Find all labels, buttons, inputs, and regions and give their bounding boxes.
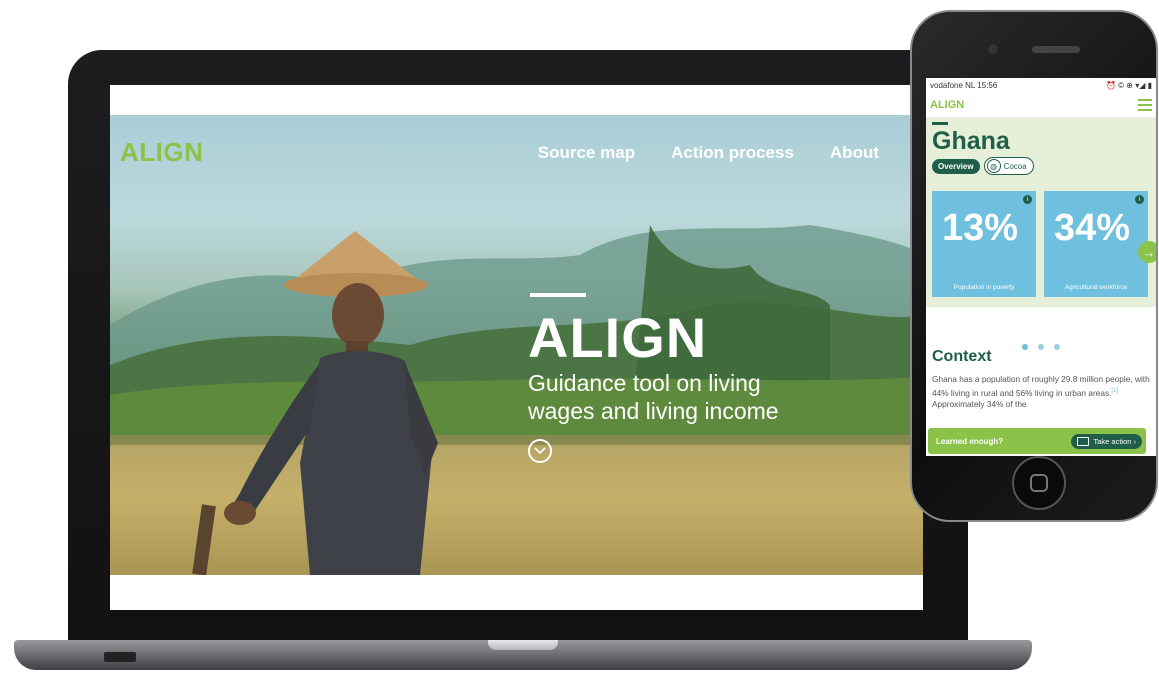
tab-cocoa[interactable]: ◍ Cocoa	[983, 157, 1034, 175]
status-carrier-time: vodafone NL 15:56	[930, 80, 998, 90]
tab-overview[interactable]: Overview	[932, 158, 980, 174]
laptop-notch	[488, 640, 558, 650]
hero-section: ALIGN Source map Action process About AL…	[110, 115, 923, 575]
cta-bar: Learned enough? Take action ›	[928, 428, 1146, 454]
book-icon	[1077, 436, 1090, 446]
stats-carousel: i 13% Population in poverty i 34% Agricu…	[926, 183, 1156, 307]
stat-card[interactable]: i 13% Population in poverty	[932, 191, 1036, 297]
camera-icon	[988, 44, 998, 54]
chevron-down-circle-icon[interactable]	[528, 439, 552, 463]
tab-cocoa-label: Cocoa	[1003, 161, 1027, 171]
stat-label: Population in poverty	[953, 284, 1015, 291]
speaker-grille	[1032, 46, 1080, 53]
stat-value: 34%	[1054, 207, 1131, 249]
carousel-dot[interactable]	[1022, 344, 1028, 350]
country-accent-bar	[932, 122, 948, 125]
carousel-dot[interactable]	[1038, 344, 1044, 350]
hamburger-icon[interactable]	[1138, 98, 1152, 111]
cocoa-pod-icon: ◍	[986, 159, 1001, 173]
laptop-port	[104, 652, 136, 662]
hero-accent-bar	[530, 293, 586, 297]
cta-text: Learned enough?	[936, 436, 1004, 446]
context-text: Ghana has a population of roughly 29.8 m…	[932, 374, 1150, 410]
take-action-button[interactable]: Take action ›	[1071, 433, 1142, 449]
home-button[interactable]	[1012, 456, 1066, 510]
carousel-dot[interactable]	[1054, 344, 1060, 350]
info-icon[interactable]: i	[1023, 195, 1032, 204]
country-title: Ghana	[932, 127, 1010, 155]
info-icon[interactable]: i	[1135, 195, 1144, 204]
reference-link[interactable]: [1]	[1111, 388, 1118, 394]
site-logo[interactable]: ALIGN	[120, 137, 203, 168]
context-text-part: Approximately 34% of the	[932, 398, 1027, 409]
hero-subtitle: Guidance tool on living wages and living…	[528, 370, 779, 424]
nav-action-process[interactable]: Action process	[671, 143, 794, 163]
site-nav: Source map Action process About	[538, 143, 879, 163]
arrow-right-icon[interactable]: →	[1138, 241, 1156, 263]
country-header: Ghana Overview ◍ Cocoa	[926, 118, 1156, 183]
take-action-label: Take action ›	[1093, 436, 1136, 446]
app-header: ALIGN	[926, 92, 1156, 118]
status-bar: vodafone NL 15:56 ⏰ © ⊕ ▾◢ ▮	[926, 78, 1156, 92]
phone-screen: vodafone NL 15:56 ⏰ © ⊕ ▾◢ ▮ ALIGN Ghana…	[926, 78, 1156, 456]
app-logo[interactable]: ALIGN	[930, 99, 964, 111]
stat-card[interactable]: i 34% Agricultural workforce	[1044, 191, 1148, 297]
status-icons: ⏰ © ⊕ ▾◢ ▮	[1105, 80, 1152, 90]
nav-source-map[interactable]: Source map	[538, 143, 635, 163]
farmer-photo	[192, 231, 438, 575]
context-title: Context	[932, 348, 992, 365]
nav-about[interactable]: About	[830, 143, 879, 163]
tab-group: Overview ◍ Cocoa	[932, 157, 1150, 175]
laptop-screen: ALIGN Source map Action process About AL…	[110, 85, 923, 610]
hero-title: ALIGN	[528, 306, 708, 369]
stat-label: Agricultural workforce	[1064, 284, 1128, 291]
stat-value: 13%	[942, 207, 1019, 249]
